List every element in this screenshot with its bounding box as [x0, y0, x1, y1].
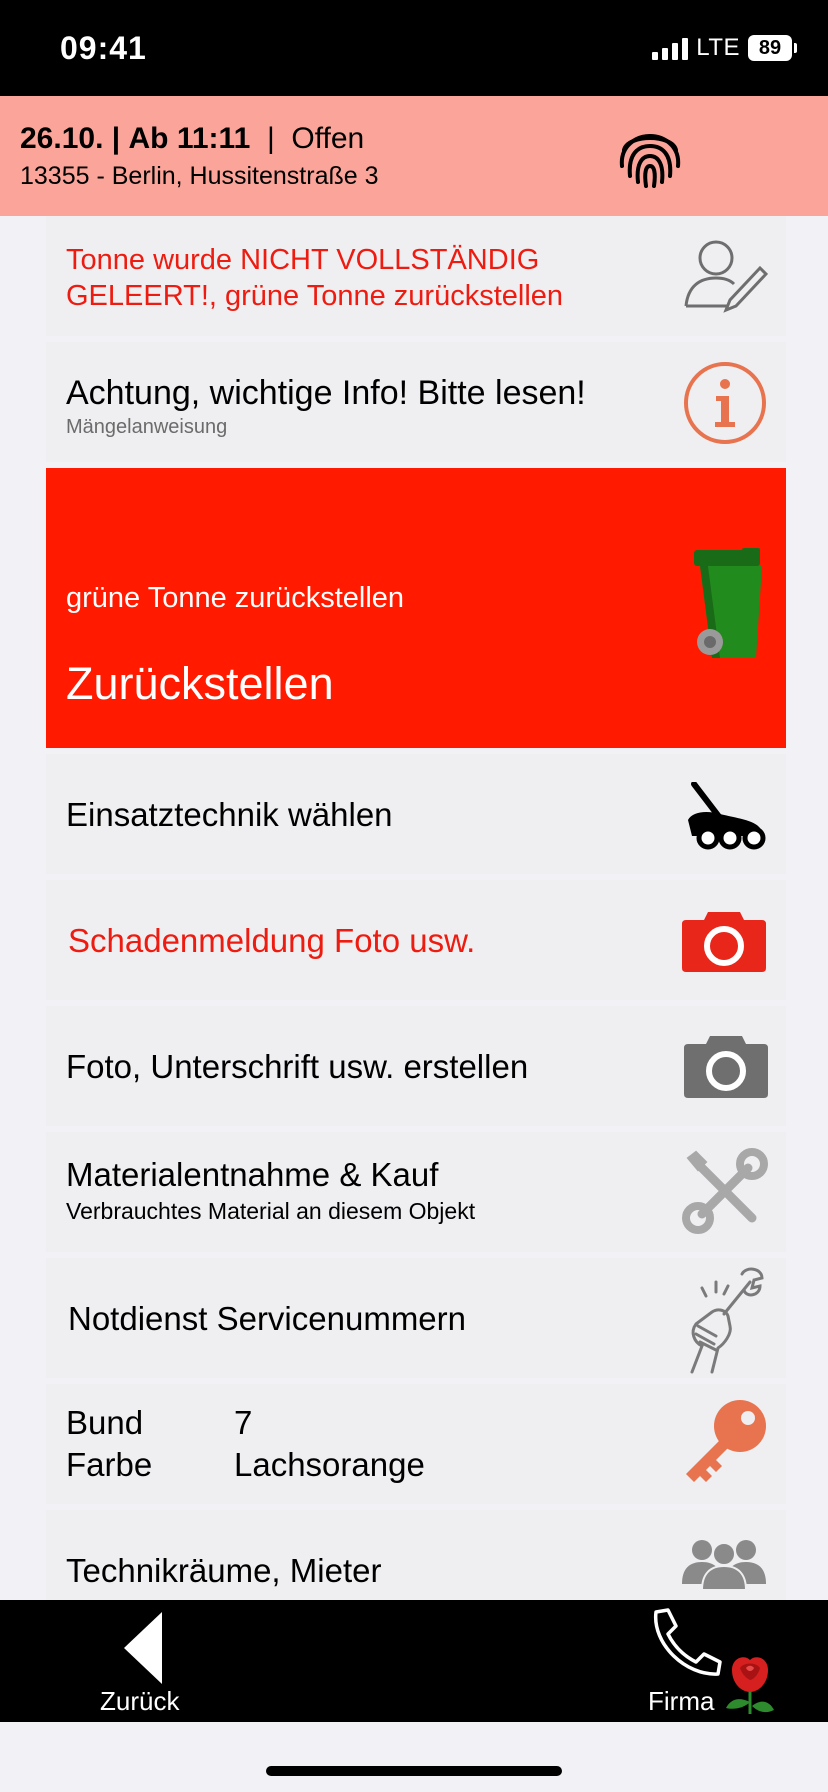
- task-row[interactable]: grüne Tonne zurückstellen Zurückstellen: [46, 468, 786, 748]
- firma-label: Firma: [648, 1686, 715, 1716]
- status-indicators: LTE 89: [652, 34, 797, 62]
- job-date-line: 26.10. | Ab 11:11 | Offen: [20, 122, 364, 156]
- battery-level: 89: [758, 36, 782, 59]
- firma-button[interactable]: Firma: [640, 1608, 790, 1718]
- damage-title: Schadenmeldung Foto usw.: [68, 922, 476, 959]
- back-button[interactable]: Zurück: [100, 1608, 200, 1718]
- rooms-row[interactable]: Technikräume, Mieter: [46, 1510, 786, 1600]
- note-row[interactable]: Tonne wurde NICHT VOLLSTÄNDIG GELEERT!, …: [46, 216, 786, 336]
- task-title: Zurückstellen: [66, 658, 334, 709]
- job-date: 26.10.: [20, 122, 104, 155]
- signal-icon: [652, 36, 689, 60]
- keys-value-bund: 7: [234, 1404, 253, 1441]
- job-header: 26.10. | Ab 11:11 | Offen 13355 - Berlin…: [0, 96, 828, 216]
- bottom-nav: Zurück Firma: [0, 1600, 828, 1722]
- red-camera-icon: [682, 912, 766, 972]
- emergency-title: Notdienst Servicenummern: [68, 1300, 466, 1337]
- keys-row[interactable]: Bund 7 Farbe Lachsorange: [46, 1384, 786, 1504]
- home-area: [0, 1722, 828, 1792]
- task-list: Tonne wurde NICHT VOLLSTÄNDIG GELEERT!, …: [0, 216, 828, 1600]
- photo-title: Foto, Unterschrift usw. erstellen: [66, 1048, 529, 1085]
- person-edit-icon: [684, 240, 768, 313]
- info-title: Achtung, wichtige Info! Bitte lesen!: [66, 374, 586, 412]
- technique-title: Einsatztechnik wählen: [66, 796, 393, 833]
- material-row[interactable]: Materialentnahme & Kauf Verbrauchtes Mat…: [46, 1132, 786, 1252]
- rooms-title: Technikräume, Mieter: [66, 1552, 382, 1589]
- material-subtitle: Verbrauchtes Material an diesem Objekt: [66, 1198, 476, 1224]
- emergency-row[interactable]: Notdienst Servicenummern: [46, 1258, 786, 1378]
- note-text: Tonne wurde NICHT VOLLSTÄNDIG GELEERT!, …: [66, 244, 564, 312]
- info-subtitle: Mängelanweisung: [66, 416, 228, 438]
- info-row[interactable]: Achtung, wichtige Info! Bitte lesen! Män…: [46, 342, 786, 462]
- keys-label-farbe: Farbe: [66, 1446, 153, 1483]
- green-bin-icon: [694, 548, 762, 658]
- battery-icon: 89: [748, 35, 797, 61]
- people-icon: [682, 1540, 766, 1591]
- phone-icon: [654, 1608, 722, 1676]
- damage-row[interactable]: Schadenmeldung Foto usw.: [46, 880, 786, 1000]
- material-title: Materialentnahme & Kauf: [66, 1156, 439, 1193]
- camera-icon: [684, 1036, 768, 1098]
- job-separator-2: |: [266, 122, 275, 155]
- key-icon: [686, 1400, 766, 1482]
- job-separator-1: |: [111, 122, 121, 155]
- keys-label-bund: Bund: [66, 1404, 144, 1441]
- job-address: 13355 - Berlin, Hussitenstraße 3: [20, 162, 379, 190]
- back-arrow-icon: [124, 1612, 162, 1684]
- fingerprint-icon[interactable]: [614, 120, 686, 192]
- status-bar: 09:41 LTE 89: [0, 0, 828, 96]
- wrench-hand-icon: [690, 1267, 764, 1374]
- photo-row[interactable]: Foto, Unterschrift usw. erstellen: [46, 1006, 786, 1126]
- home-indicator[interactable]: [266, 1766, 562, 1776]
- back-label: Zurück: [100, 1686, 180, 1716]
- info-icon: [684, 362, 766, 444]
- task-subtitle: grüne Tonne zurückstellen: [66, 582, 405, 614]
- rose-logo-icon: [726, 1657, 774, 1714]
- network-type: LTE: [696, 34, 740, 61]
- job-time: Ab 11:11: [128, 122, 251, 155]
- keys-value-farbe: Lachsorange: [234, 1446, 425, 1483]
- status-time: 09:41: [60, 30, 147, 66]
- technique-row[interactable]: Einsatztechnik wählen: [46, 754, 786, 874]
- tools-icon: [682, 1148, 768, 1234]
- job-status: Offen: [291, 122, 365, 155]
- lawnmower-icon: [688, 782, 766, 850]
